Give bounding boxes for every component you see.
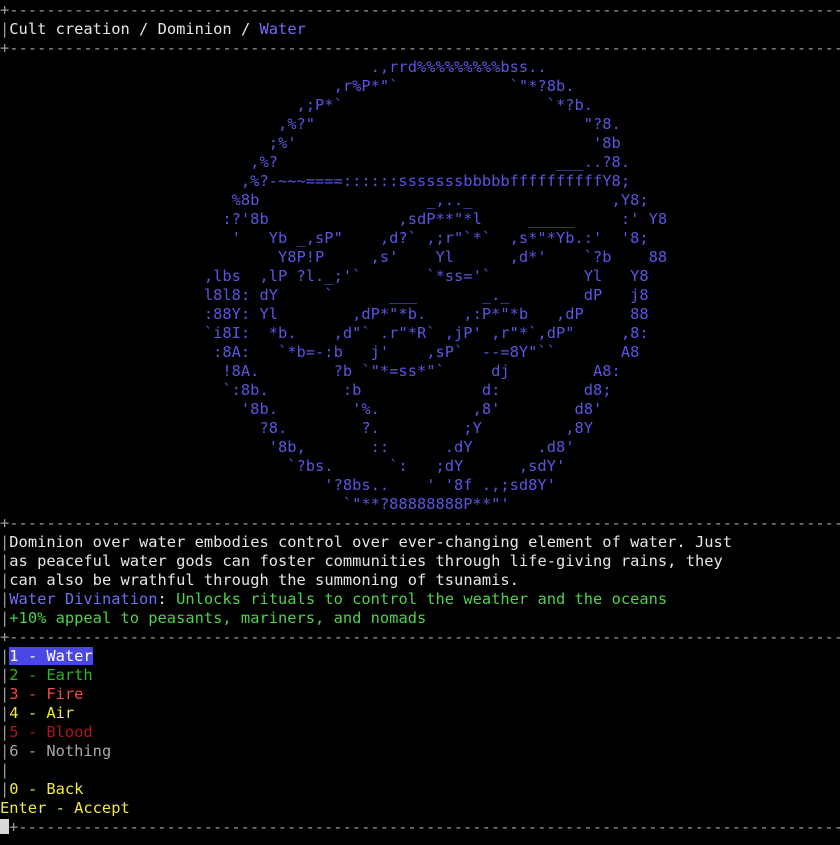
menu-item-blood[interactable]: |5 - Blood	[0, 723, 840, 742]
frame-separator: +---------------------------------------…	[0, 39, 840, 57]
menu-item-accept[interactable]: Enter - Accept	[0, 799, 840, 818]
menu-item-fire-label[interactable]: 3 - Fire	[9, 685, 83, 703]
ability-line: |Water Divination: Unlocks rituals to co…	[0, 590, 668, 608]
art-line: !8A. ?b `"*=ss*"` dj A8:	[0, 362, 621, 380]
menu-item-blood-label[interactable]: 5 - Blood	[9, 723, 92, 741]
art-line: '8b, :: .dY .d8'	[0, 438, 575, 456]
menu-item-nothing[interactable]: |6 - Nothing	[0, 742, 840, 761]
art-line: ,%?-~~~====::::::sssssssbbbbbffffffffffY…	[0, 172, 631, 190]
art-line: ,%?" "?8.	[0, 115, 621, 133]
art-line: :?'8b ,sdP**"*l _____ :' Y8	[0, 210, 668, 228]
art-line: '8b. '%. ,8' d8'	[0, 400, 603, 418]
art-line: Y8P!P ,s' Yl ,d*' `?b 88	[0, 248, 668, 266]
menu-item-earth[interactable]: |2 - Earth	[0, 666, 840, 685]
frame-separator: +---------------------------------------…	[0, 628, 840, 646]
art-line: l8l8: dY ` ___ _._ dP j8	[0, 286, 649, 304]
ability-text: Unlocks rituals to control the weather a…	[176, 590, 668, 608]
menu-item-air[interactable]: |4 - Air	[0, 704, 840, 723]
art-line: `:8b. :b d: d8;	[0, 381, 612, 399]
menu-item-nothing-label[interactable]: 6 - Nothing	[9, 742, 111, 760]
menu-item-air-label[interactable]: 4 - Air	[9, 704, 74, 722]
breadcrumb-current-page: Water	[259, 20, 306, 38]
back-option[interactable]: 0 - Back	[9, 780, 83, 798]
breadcrumb: |Cult creation / Dominion / Water	[0, 20, 840, 39]
menu-spacer: |	[0, 761, 10, 779]
menu-item-back[interactable]: |0 - Back	[0, 780, 840, 799]
description-panel: |Dominion over water embodies control ov…	[0, 533, 840, 628]
art-line: :8A: `*b=-:b j' ,sP` --=8Y"`` A8	[0, 343, 640, 361]
dominion-menu: |1 - Water |2 - Earth |3 - Fire |4 - Air…	[0, 647, 840, 818]
art-line: ,lbs ,lP ?l._;'` `*ss='` Yl Y8	[0, 267, 649, 285]
description-line: |can also be wrathful through the summon…	[0, 571, 519, 589]
art-line: %8b _,.._ ,Y8;	[0, 191, 649, 209]
menu-item-water-label[interactable]: 1 - Water	[9, 647, 93, 665]
text-cursor	[0, 819, 9, 834]
art-line: ?8. ?. ;Y ,8Y	[0, 419, 594, 437]
description-line: |Dominion over water embodies control ov…	[0, 533, 733, 551]
breadcrumb-cult-creation: Cult creation	[9, 20, 130, 38]
terminal-screen: +---------------------------------------…	[0, 1, 840, 837]
art-line: .,rrd%%%%%%%%%bss..	[0, 58, 547, 76]
art-line: :88Y: Yl ,dP*"*b. ,:P*"*b ,dP 88	[0, 305, 649, 323]
appeal-bonus: +10% appeal to peasants, mariners, and n…	[9, 609, 427, 627]
menu-item-earth-label[interactable]: 2 - Earth	[9, 666, 92, 684]
breadcrumb-dominion: Dominion	[157, 20, 232, 38]
frame-top-border: +---------------------------------------…	[0, 1, 840, 19]
art-line: ' Yb _,sP" ,d?` ,;r"`*` ,s*"*Yb.:' '8;	[0, 229, 649, 247]
frame-bottom-border: +---------------------------------------…	[0, 818, 840, 837]
frame-left-edge: |	[0, 20, 10, 38]
ability-name: Water Divination	[9, 590, 158, 608]
accept-option[interactable]: Enter - Accept	[0, 799, 130, 817]
art-line: `?bs. `: ;dY ,sdY'	[0, 457, 566, 475]
art-line: `i8I: *b. ,d"` .r"*R` ,jP' ,r"*`,dP" ,8:	[0, 324, 649, 342]
art-line: ;%' '8b	[0, 134, 621, 152]
menu-item-water[interactable]: |1 - Water	[0, 647, 840, 666]
description-line: |as peaceful water gods can foster commu…	[0, 552, 723, 570]
art-line: `"**?88888888P**"'	[0, 495, 510, 513]
art-line: ,;P*` `*?b.	[0, 96, 594, 114]
art-line: ,r%P*"` `"*?8b.	[0, 77, 575, 95]
water-symbol-ascii-art: .,rrd%%%%%%%%%bss.. ,r%P*"` `"*?8b. ,;P*…	[0, 58, 840, 514]
art-line: ,%? ___..?8.	[0, 153, 631, 171]
breadcrumb-separator: /	[129, 20, 158, 38]
bonus-line: |+10% appeal to peasants, mariners, and …	[0, 609, 427, 627]
art-line: '?8bs.. ' '8f .,;sd8Y'	[0, 476, 556, 494]
menu-item-fire[interactable]: |3 - Fire	[0, 685, 840, 704]
frame-separator: +---------------------------------------…	[0, 514, 840, 532]
breadcrumb-separator: /	[231, 20, 260, 38]
